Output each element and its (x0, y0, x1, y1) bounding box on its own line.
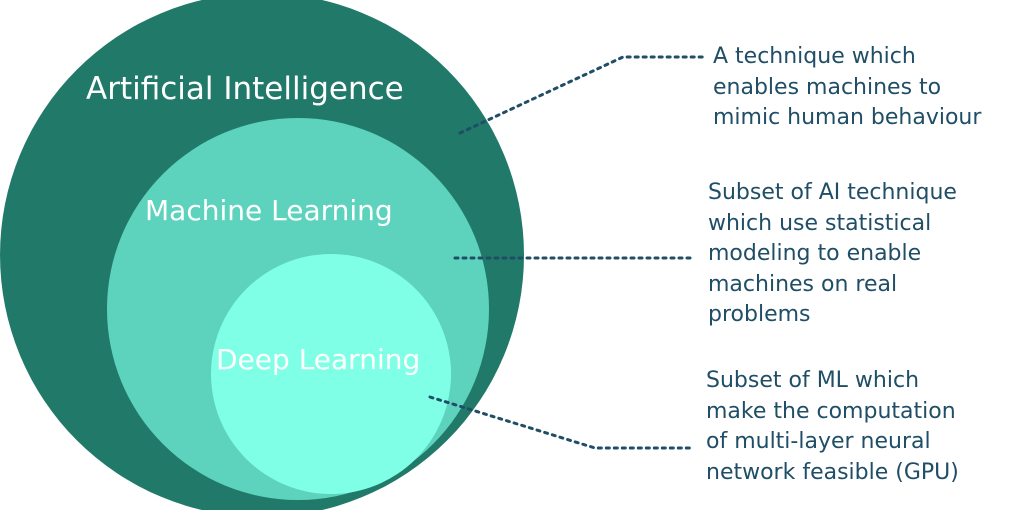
ml-description: Subset of AI technique which use statist… (708, 178, 957, 331)
ai-description: A technique which enables machines to mi… (713, 42, 981, 134)
ml-description-line: machines on real (708, 271, 898, 297)
ml-label: Machine Learning (145, 194, 393, 227)
ai-description-line: enables machines to (713, 74, 942, 100)
dl-description-line: make the computation (706, 398, 956, 424)
dl-description-line: network feasible (GPU) (706, 459, 959, 485)
ml-description-line: modeling to enable (708, 241, 922, 266)
ml-description-line: problems (708, 302, 811, 327)
ai-description-line: A technique which (713, 44, 916, 69)
diagram-canvas: Artificial Intelligence Machine Learning… (0, 0, 1020, 510)
ai-description-line: mimic human behaviour (713, 105, 982, 130)
dl-label: Deep Learning (216, 343, 420, 376)
ai-connector (458, 55, 707, 135)
dl-description: Subset of ML which make the computation … (706, 366, 959, 488)
dl-description-line: of multi-layer neural (706, 429, 931, 454)
dl-description-line: Subset of ML which (706, 368, 920, 393)
ml-description-line: which use statistical (708, 210, 932, 236)
ai-label: Artificial Intelligence (86, 71, 404, 107)
ml-description-line: Subset of AI technique (708, 180, 957, 205)
